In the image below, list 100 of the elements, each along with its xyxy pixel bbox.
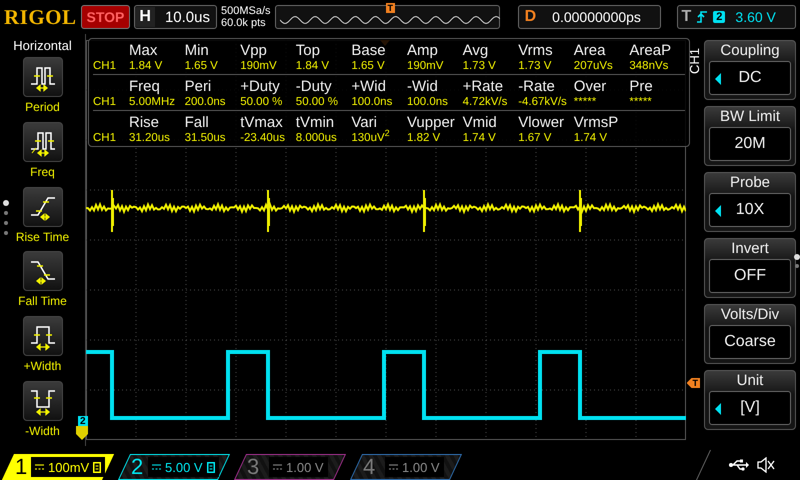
measure-button[interactable] <box>22 316 62 356</box>
channel-tab[interactable]: 4 1.00 V <box>350 454 462 480</box>
channel-scale: 100mV <box>48 460 90 474</box>
measurement-label: -Rate <box>518 77 556 95</box>
measurement-value: -4.67kV/s <box>518 95 574 111</box>
measurement-value: 50.00 % <box>296 95 352 111</box>
menu-title: Unit <box>736 371 764 391</box>
memory-depth: 60.0k pts <box>221 17 267 29</box>
menu-value-button[interactable]: DC <box>709 61 791 95</box>
measurement-label: Top <box>296 41 321 59</box>
menu-title: BW Limit <box>720 107 780 127</box>
measurement-value: 50.00 % <box>240 95 296 111</box>
delay-value: 0.00000000ps <box>552 9 641 25</box>
measurement-label: +Rate <box>462 77 504 95</box>
measurement-label: Rise <box>129 113 160 131</box>
measure-button[interactable] <box>22 251 62 292</box>
measurement-label: Avg <box>462 41 490 59</box>
measure-button[interactable] <box>22 122 62 162</box>
button-label: Fall Time <box>18 294 67 308</box>
dc-coupling-icon <box>35 464 44 470</box>
measure-button[interactable] <box>22 381 62 422</box>
channel-label: CH1 <box>93 59 129 75</box>
measurement-label: Vmid <box>462 113 498 131</box>
measurement-label: Peri <box>184 77 212 95</box>
menu-value-button[interactable]: 20M <box>709 127 791 161</box>
measurement-label: Over <box>574 77 608 95</box>
menu-value-button[interactable]: 10X <box>709 193 791 227</box>
measure-button[interactable] <box>22 57 62 97</box>
bandwidth-limit-icon <box>93 462 102 472</box>
measurement-label: AreaP <box>629 41 672 59</box>
dc-coupling-icon <box>152 464 162 470</box>
channel-scale: 5.00 V <box>165 460 203 474</box>
measurement-value: 1.82 V <box>406 131 442 146</box>
measurement-value: 1.73 V <box>518 59 574 75</box>
bandwidth-limit-icon <box>207 462 215 472</box>
measurement-value: 31.20us <box>129 131 171 146</box>
channel-tab[interactable]: 3 1.00 V <box>234 454 346 480</box>
measurement-label: +Duty <box>240 77 281 95</box>
measurement-value: ***** <box>629 95 685 111</box>
measurement-label: Min <box>184 41 210 59</box>
brand-logo: RIGOL <box>4 4 77 30</box>
button-label: +Width <box>24 359 62 374</box>
measurement-value: 190mV <box>406 59 463 75</box>
channel-number: 2 <box>131 454 144 480</box>
measurement-value: 1.65 V <box>351 59 407 75</box>
measurement-value: 1.73 V <box>462 59 518 75</box>
menu-value-button[interactable]: [V] <box>709 391 791 425</box>
menu-value-button[interactable]: Coarse <box>709 325 791 359</box>
measurement-value: 1.74 V <box>462 131 497 146</box>
measurement-value: 8.000us <box>296 131 338 146</box>
trigger-level: 3.60 V <box>735 9 776 25</box>
measurement-value: 100.0ns <box>406 95 463 111</box>
measurement-label: Max <box>129 41 158 59</box>
menu-title: Coupling <box>720 41 780 61</box>
button-label: Freq <box>30 164 55 179</box>
measurement-value: 5.00MHz <box>129 95 185 111</box>
measurement-label: Vari <box>351 113 378 131</box>
trigger-level-marker[interactable]: T <box>686 378 700 388</box>
measurement-value: 4.72kV/s <box>462 95 518 111</box>
page-dots-icon <box>794 254 800 270</box>
usb-icon <box>729 459 749 471</box>
delay-box[interactable]: D 0.00000000ps <box>518 5 660 29</box>
measurement-value: 1.65 V <box>184 59 240 75</box>
timebase-box[interactable]: H 10.0us <box>134 5 217 29</box>
channel-tab[interactable]: 2 5.00 V <box>118 454 230 480</box>
dc-coupling-icon <box>389 464 398 470</box>
measurement-label: +Wid <box>351 77 387 95</box>
button-label: -Width <box>25 424 60 438</box>
menu-title: Volts/Div <box>720 305 780 325</box>
menu-title: Horizontal <box>13 38 72 53</box>
button-label: Rise Time <box>16 230 70 244</box>
trigger-source: 2 <box>713 11 726 23</box>
measurement-label: tVmax <box>240 113 284 131</box>
offset-arrow-icon[interactable] <box>76 426 88 440</box>
measurement-value: 200.0ns <box>184 95 240 111</box>
measurement-value: 348nVs <box>629 59 685 75</box>
channel-offset-marker[interactable]: 2 <box>78 416 88 427</box>
measurement-label: Fall <box>184 113 210 131</box>
speaker-muted-icon[interactable] <box>757 457 775 473</box>
measurement-value: 31.50us <box>184 131 227 146</box>
measurement-label: -Duty <box>296 77 333 95</box>
trigger-box[interactable]: T 2 3.60 V <box>676 5 796 29</box>
timebase-label: H <box>135 7 155 27</box>
channel-menu-label: CH1 <box>686 48 702 74</box>
channel-number: 3 <box>247 454 260 480</box>
measurement-label: Pre <box>629 77 654 95</box>
measure-button[interactable] <box>22 186 62 227</box>
menu-title: Probe <box>730 173 770 193</box>
dc-coupling-icon <box>273 464 282 470</box>
channel-label: CH1 <box>93 131 118 146</box>
measurement-value: 130uV$^{2}$ <box>351 131 391 146</box>
channel-number: 4 <box>363 454 376 480</box>
channel-tab[interactable]: 1 100mV <box>2 454 114 480</box>
measurement-value: 207uVs <box>574 59 630 75</box>
sample-rate: 500MSa/s <box>221 5 271 17</box>
measurement-value: 1.74 V <box>574 131 608 146</box>
menu-value-button[interactable]: OFF <box>709 259 791 293</box>
measurement-label: Vrms <box>518 41 554 59</box>
measurement-value: ***** <box>574 95 630 111</box>
measurement-value: 1.84 V <box>296 59 352 75</box>
